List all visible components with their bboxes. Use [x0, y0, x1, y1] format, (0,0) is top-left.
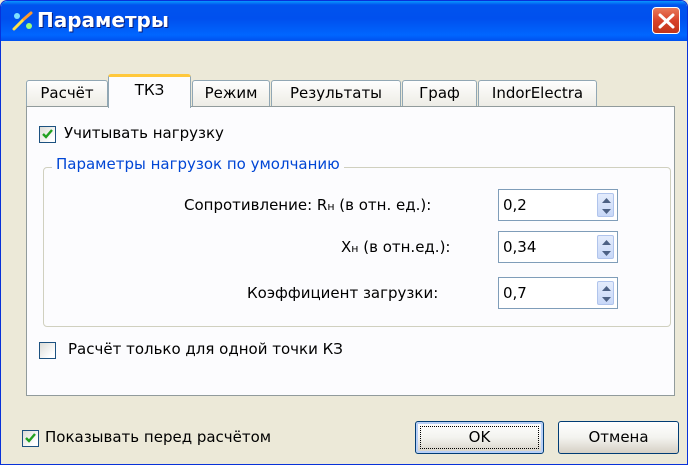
load-factor-input[interactable] — [503, 283, 583, 303]
tab-label: IndorElectra — [491, 84, 584, 102]
resistance-label: Сопротивление: Rн (в отн. ед.): — [184, 196, 431, 214]
resistance-field — [498, 189, 618, 221]
checkmark-icon — [25, 433, 36, 443]
tab-label: Режим — [204, 84, 258, 102]
group-title: Параметры нагрузок по умолчанию — [52, 155, 344, 173]
tab-graf[interactable]: Граф — [402, 80, 477, 107]
tab-label: ТКЗ — [134, 81, 165, 99]
single-point-label[interactable]: Расчёт только для одной точки КЗ — [68, 340, 343, 358]
tab-indorelectra[interactable]: IndorElectra — [478, 80, 597, 107]
resistance-input[interactable] — [503, 195, 583, 215]
tab-label: Результаты — [289, 84, 383, 102]
tab-raschet[interactable]: Расчёт — [26, 80, 108, 107]
single-point-checkbox[interactable] — [39, 342, 56, 359]
checkmark-icon — [42, 129, 53, 139]
tab-rezultaty[interactable]: Результаты — [271, 80, 401, 107]
reactance-field — [498, 231, 618, 263]
reactance-label-tail: (в отн.ед.): — [358, 238, 451, 256]
tab-tkz[interactable]: ТКЗ — [108, 74, 191, 108]
show-before-label[interactable]: Показывать перед расчётом — [45, 428, 271, 446]
ok-button[interactable]: OK — [415, 421, 544, 454]
load-factor-field — [498, 277, 618, 309]
consider-load-checkbox[interactable] — [39, 126, 56, 143]
load-factor-label: Коэффициент загрузки: — [247, 284, 438, 302]
focus-rect — [420, 426, 539, 449]
reactance-spin — [597, 235, 614, 259]
resistance-label-tail: (в отн. ед.): — [334, 196, 432, 214]
resistance-spin-down[interactable] — [598, 205, 613, 216]
load-factor-spin — [597, 281, 614, 305]
cancel-button-label: Отмена — [588, 428, 649, 446]
parameters-dialog: Параметры Расчёт ТКЗ Режим Результаты Гр… — [0, 0, 688, 465]
consider-load-label[interactable]: Учитывать нагрузку — [64, 124, 224, 142]
title-bar[interactable]: Параметры — [1, 1, 687, 41]
resistance-label-sub: н — [327, 200, 335, 213]
reactance-spin-down[interactable] — [598, 247, 613, 258]
tab-label: Расчёт — [40, 84, 94, 102]
resistance-label-main: Сопротивление: R — [184, 196, 328, 214]
resistance-spin — [597, 193, 614, 217]
close-button[interactable] — [652, 7, 680, 34]
show-before-checkbox[interactable] — [22, 430, 39, 447]
load-factor-label-main: Коэффициент загрузки: — [247, 284, 439, 302]
parameters-app-icon — [11, 10, 35, 32]
resistance-spin-up[interactable] — [598, 194, 613, 205]
reactance-input[interactable] — [503, 237, 583, 257]
close-icon — [658, 13, 675, 29]
tab-rezhim[interactable]: Режим — [192, 80, 270, 107]
load-factor-spin-down[interactable] — [598, 293, 613, 304]
reactance-label: Xн (в отн.ед.): — [341, 238, 450, 256]
reactance-spin-up[interactable] — [598, 236, 613, 247]
window-title: Параметры — [37, 8, 169, 32]
reactance-label-main: X — [341, 238, 352, 256]
load-factor-spin-up[interactable] — [598, 282, 613, 293]
cancel-button[interactable]: Отмена — [558, 421, 679, 454]
tab-label: Граф — [419, 84, 460, 102]
